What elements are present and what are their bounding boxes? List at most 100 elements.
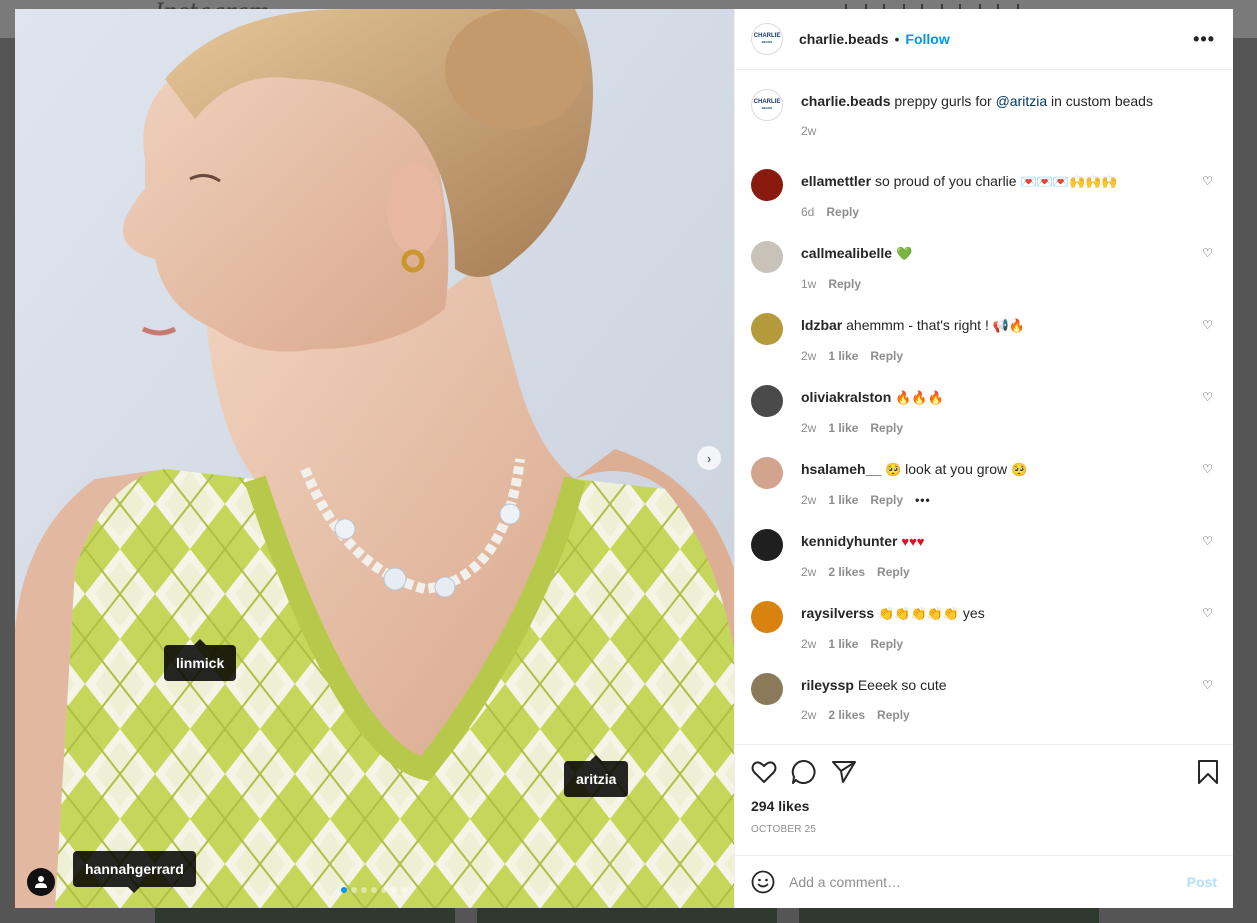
post-date[interactable]: OCTOBER 25: [751, 824, 1217, 835]
reply-button[interactable]: Reply: [877, 563, 910, 581]
add-comment-bar: Post: [735, 855, 1233, 908]
comment-like-icon[interactable]: ♡: [1202, 606, 1213, 620]
comment-likes[interactable]: 1 like: [828, 419, 858, 437]
background-thumbnails: [155, 908, 1099, 923]
caption-body: charlie.beads preppy gurls for @aritzia …: [801, 92, 1153, 154]
comment-username[interactable]: callmealibelle: [801, 245, 892, 261]
comment-likes[interactable]: 1 like: [828, 491, 858, 509]
comment-avatar[interactable]: [751, 313, 783, 345]
comment-icon[interactable]: [791, 759, 817, 785]
reply-button[interactable]: Reply: [870, 347, 903, 365]
post-caption: CHARLIE BEADS charlie.beads preppy gurls…: [751, 74, 1217, 154]
comment-emoji-end: 🥺: [1010, 462, 1028, 477]
post-side-panel: CHARLIE BEADS charlie.beads • Follow •••…: [734, 9, 1233, 908]
avatar-logo-subtext: BEADS: [761, 106, 773, 110]
comment-username[interactable]: rileyssp: [801, 677, 854, 693]
comment-username[interactable]: ldzbar: [801, 317, 842, 333]
carousel-dot: [341, 887, 347, 893]
caption-time[interactable]: 2w: [801, 122, 816, 140]
comments-list[interactable]: CHARLIE BEADS charlie.beads preppy gurls…: [735, 70, 1233, 744]
comment-body: rileyssp Eeeek so cute 2w 2 likes Reply: [801, 676, 947, 730]
caption-avatar[interactable]: CHARLIE BEADS: [751, 89, 783, 121]
reply-button[interactable]: Reply: [828, 275, 861, 293]
comment-avatar[interactable]: [751, 241, 783, 273]
likes-count[interactable]: 294 likes: [751, 798, 1217, 814]
comment-like-icon[interactable]: ♡: [1202, 462, 1213, 476]
comment-time[interactable]: 2w: [801, 706, 816, 724]
comment-text: so proud of you charlie: [874, 173, 1017, 189]
comment-row: ldzbar ahemmm - that's right ! 📢🔥 2w 1 li…: [751, 298, 1217, 370]
comment-row: ellamettler so proud of you charlie 💌💌💌🙌…: [751, 154, 1217, 226]
comment-avatar[interactable]: [751, 601, 783, 633]
comment-like-icon[interactable]: ♡: [1202, 390, 1213, 404]
emoji-icon[interactable]: [751, 870, 775, 894]
comment-time[interactable]: 2w: [801, 347, 816, 365]
comment-time[interactable]: 2w: [801, 491, 816, 509]
more-options-button[interactable]: •••: [1193, 29, 1215, 50]
carousel-dot: [391, 887, 397, 893]
comment-body: hsalameh__ 🥺 look at you grow 🥺 2w 1 like…: [801, 460, 1027, 514]
reply-button[interactable]: Reply: [877, 706, 910, 724]
comment-like-icon[interactable]: ♡: [1202, 678, 1213, 692]
tagged-users-icon[interactable]: [27, 868, 55, 896]
reply-button[interactable]: Reply: [870, 419, 903, 437]
comment-likes[interactable]: 2 likes: [828, 563, 865, 581]
comment-like-icon[interactable]: ♡: [1202, 318, 1213, 332]
carousel-dot: [351, 887, 357, 893]
comment-time[interactable]: 2w: [801, 635, 816, 653]
comment-text: Eeeek so cute: [857, 677, 947, 693]
save-icon[interactable]: [1197, 759, 1219, 785]
header-separator: •: [894, 31, 900, 47]
carousel-indicator: [341, 887, 407, 893]
comment-avatar[interactable]: [751, 385, 783, 417]
comment-avatar[interactable]: [751, 169, 783, 201]
comment-like-icon[interactable]: ♡: [1202, 246, 1213, 260]
post-modal: › linmick aritzia hannahgerrard CHARLIE …: [15, 9, 1233, 908]
comment-likes[interactable]: 1 like: [828, 347, 858, 365]
author-username[interactable]: charlie.beads: [799, 31, 889, 47]
comment-username[interactable]: hsalameh__: [801, 461, 881, 477]
post-comment-button[interactable]: Post: [1187, 874, 1217, 890]
reply-button[interactable]: Reply: [826, 203, 859, 221]
reply-button[interactable]: Reply: [870, 491, 903, 509]
author-avatar[interactable]: CHARLIE BEADS: [751, 23, 783, 55]
carousel-next-button[interactable]: ›: [697, 446, 721, 470]
share-icon[interactable]: [831, 760, 857, 784]
reply-button[interactable]: Reply: [870, 635, 903, 653]
comment-username[interactable]: kennidyhunter: [801, 533, 897, 549]
comment-avatar[interactable]: [751, 673, 783, 705]
comment-row: callmealibelle 💚 1w Reply ♡: [751, 226, 1217, 298]
caption-mention[interactable]: @aritzia: [996, 93, 1048, 109]
comment-time[interactable]: 6d: [801, 203, 814, 221]
comment-username[interactable]: ellamettler: [801, 173, 871, 189]
comment-like-icon[interactable]: ♡: [1202, 534, 1213, 548]
follow-button[interactable]: Follow: [905, 31, 949, 47]
like-icon[interactable]: [751, 760, 777, 784]
comment-time[interactable]: 2w: [801, 419, 816, 437]
comment-likes[interactable]: 2 likes: [828, 706, 865, 724]
background-thumb: [477, 908, 777, 923]
comment-avatar[interactable]: [751, 457, 783, 489]
comment-text: look at you grow: [905, 461, 1008, 477]
comment-time[interactable]: 2w: [801, 563, 816, 581]
comment-row: hsalameh__ 🥺 look at you grow 🥺 2w 1 like…: [751, 442, 1217, 514]
caption-username[interactable]: charlie.beads: [801, 93, 891, 109]
comment-options-button[interactable]: •••: [915, 491, 931, 509]
carousel-dot: [381, 887, 387, 893]
comment-like-icon[interactable]: ♡: [1202, 174, 1213, 188]
comment-time[interactable]: 1w: [801, 275, 816, 293]
comment-input[interactable]: [789, 874, 1187, 890]
post-media[interactable]: › linmick aritzia hannahgerrard: [15, 9, 734, 908]
comment-text: yes: [962, 605, 985, 621]
comment-row: raysilverss 👏👏👏👏👏 yes 2w 1 like Reply ♡: [751, 586, 1217, 658]
comment-username[interactable]: oliviakralston: [801, 389, 891, 405]
user-tag-linmick[interactable]: linmick: [164, 639, 237, 681]
user-tag-hannahgerrard[interactable]: hannahgerrard: [73, 851, 196, 893]
comment-emoji: 🔥🔥🔥: [895, 390, 944, 405]
comment-username[interactable]: raysilverss: [801, 605, 874, 621]
action-icons: [751, 759, 1217, 785]
comment-avatar[interactable]: [751, 529, 783, 561]
person-icon: [35, 876, 47, 888]
user-tag-aritzia[interactable]: aritzia: [564, 755, 629, 797]
comment-likes[interactable]: 1 like: [828, 635, 858, 653]
